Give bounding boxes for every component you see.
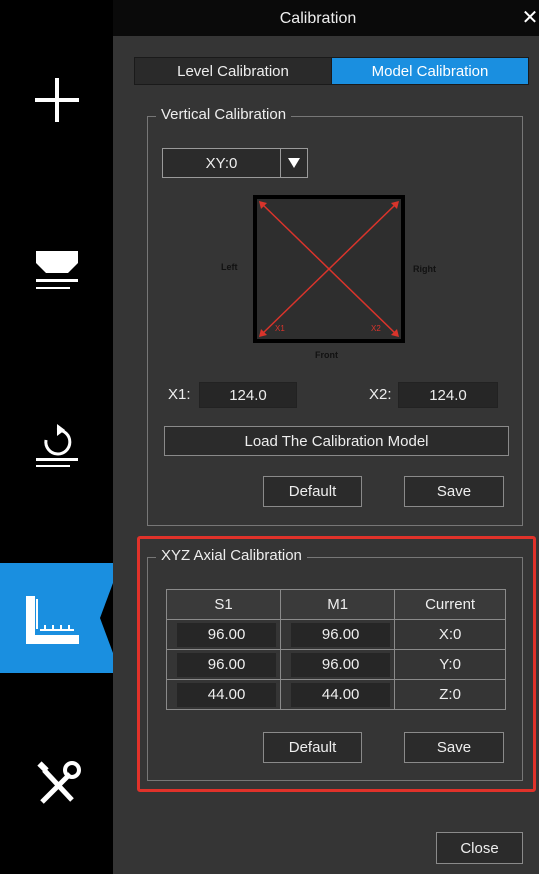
close-icon[interactable]: ✕: [521, 8, 539, 28]
s1-input[interactable]: 96.00: [177, 652, 277, 677]
x1-label: X1:: [168, 386, 191, 403]
title-bar: Calibration ✕: [113, 0, 539, 36]
table-row: 44.00 44.00 Z:0: [165, 679, 506, 710]
current-value: X:0: [394, 619, 506, 650]
xyz-table: S1 M1 Current 96.00 96.00 X:0 96.00 96.0…: [165, 589, 506, 710]
xyz-default-button[interactable]: Default: [263, 732, 362, 763]
select-value: XY:0: [163, 149, 281, 177]
x2-label: X2:: [369, 386, 392, 403]
s1-input[interactable]: 44.00: [177, 682, 277, 707]
m1-input[interactable]: 44.00: [291, 682, 391, 707]
close-button[interactable]: Close: [436, 832, 523, 864]
tools-icon: [36, 761, 81, 804]
column-header-s1: S1: [165, 589, 282, 620]
current-value: Y:0: [394, 649, 506, 680]
x1-field[interactable]: 124.0: [199, 382, 297, 408]
group-title: Vertical Calibration: [156, 106, 292, 123]
vertical-save-button[interactable]: Save: [404, 476, 504, 507]
s1-cell[interactable]: 44.00: [165, 679, 282, 710]
tab-level-calibration[interactable]: Level Calibration: [135, 58, 332, 84]
m1-cell[interactable]: 44.00: [280, 679, 396, 710]
column-header-m1: M1: [280, 589, 396, 620]
m1-cell[interactable]: 96.00: [280, 649, 396, 680]
x2-field[interactable]: 124.0: [398, 382, 498, 408]
ruler-icon: [26, 583, 113, 653]
sidebar: [0, 0, 113, 874]
table-row: 96.00 96.00 Y:0: [165, 649, 506, 680]
calibration-dialog: Calibration ✕ Level Calibration Model Ca…: [113, 0, 539, 874]
current-value: Z:0: [394, 679, 506, 710]
sidebar-item-tools[interactable]: [0, 755, 113, 815]
sidebar-item-level[interactable]: [0, 240, 113, 300]
table-row: 96.00 96.00 X:0: [165, 619, 506, 650]
vertical-default-button[interactable]: Default: [263, 476, 362, 507]
table-header-row: S1 M1 Current: [165, 589, 506, 620]
plus-icon: [34, 78, 79, 122]
s1-cell[interactable]: 96.00: [165, 619, 282, 650]
load-calibration-model-button[interactable]: Load The Calibration Model: [164, 426, 509, 456]
window-title: Calibration: [279, 10, 357, 27]
s1-cell[interactable]: 96.00: [165, 649, 282, 680]
sidebar-item-calibration[interactable]: [0, 563, 113, 673]
diagram-x2-marker: X2: [371, 324, 381, 333]
rotate-icon: [35, 424, 78, 467]
m1-input[interactable]: 96.00: [291, 622, 391, 647]
diagram-label-right: Right: [413, 264, 436, 274]
sidebar-item-add[interactable]: [0, 70, 113, 130]
s1-input[interactable]: 96.00: [177, 622, 277, 647]
diagram-x1-marker: X1: [275, 324, 285, 333]
sidebar-item-rotate[interactable]: [0, 415, 113, 475]
column-header-current: Current: [394, 589, 506, 620]
m1-cell[interactable]: 96.00: [280, 619, 396, 650]
xy-select[interactable]: XY:0: [162, 148, 308, 178]
dropdown-arrow-icon: [281, 149, 307, 177]
calibration-diagram: X1 X2: [253, 195, 405, 343]
m1-input[interactable]: 96.00: [291, 652, 391, 677]
diagram-label-front: Front: [315, 350, 338, 360]
xyz-save-button[interactable]: Save: [404, 732, 504, 763]
platform-icon: [35, 251, 78, 289]
tab-model-calibration[interactable]: Model Calibration: [332, 58, 528, 84]
group-title: XYZ Axial Calibration: [156, 547, 307, 564]
tab-bar: Level Calibration Model Calibration: [134, 57, 529, 85]
diagram-label-left: Left: [221, 262, 238, 272]
